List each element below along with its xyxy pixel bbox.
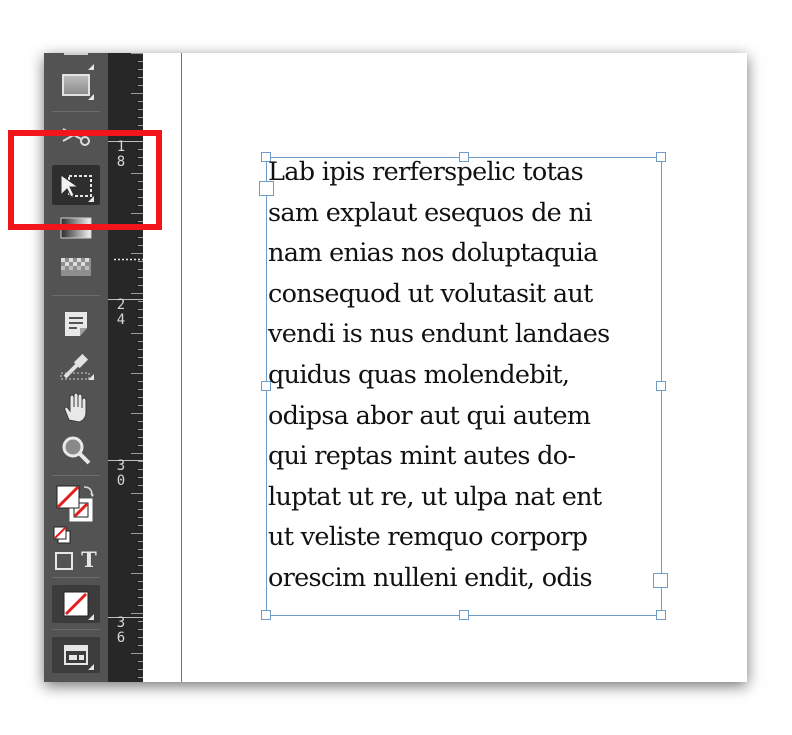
ruler-label-30-digit-1: 3 [116, 458, 126, 474]
story-line: sam explaut esequos de ni [268, 197, 592, 228]
hand-tool[interactable] [52, 391, 100, 425]
story-line: vendi is nus endunt landaes [268, 319, 610, 350]
default-fill-stroke-button[interactable] [52, 525, 74, 545]
note-icon [65, 312, 87, 336]
eyedropper-tool[interactable] [52, 349, 100, 383]
gradient-feather-icon [61, 258, 91, 276]
default-colors-icon [53, 526, 71, 544]
ruler-label-36-digit-2: 6 [116, 630, 126, 646]
rectangle-tool[interactable] [52, 69, 100, 103]
ruler-label-30-digit-2: 0 [116, 473, 126, 489]
apply-none-button[interactable] [52, 585, 100, 623]
story-line: Lab ipis rerferspelic totas [268, 157, 584, 187]
story-line: consequod ut volutasit aut [268, 278, 593, 309]
line-icon [64, 53, 88, 55]
fill-stroke-swatches[interactable] [54, 483, 98, 527]
document-page[interactable]: Lab ipis rerferspelic totas sam explaut … [143, 53, 747, 682]
story-line: ut veliste remquo corporp [268, 522, 588, 553]
fill-stroke-icon [56, 485, 94, 522]
hand-icon [64, 392, 87, 423]
note-tool[interactable] [52, 307, 100, 341]
story-line: luptat ut re, ut ulpa nat ent [268, 481, 602, 512]
story-line: qui reptas mint autes do- [268, 441, 576, 472]
zoom-icon [62, 436, 91, 465]
margin-guide [181, 53, 182, 682]
handle-bottom-left[interactable] [261, 610, 271, 620]
formatting-text-button[interactable]: T [78, 548, 100, 572]
story-line: quidus quas molendebit, [268, 359, 570, 390]
screen-mode-icon [64, 645, 88, 665]
container-icon [55, 552, 73, 570]
gradient-feather-tool[interactable] [52, 250, 100, 284]
formatting-container-button[interactable] [54, 551, 74, 571]
handle-bottom-right[interactable] [656, 610, 666, 620]
tool-highlight-callout [8, 130, 162, 230]
zoom-tool[interactable] [52, 433, 100, 467]
story-line: orescim nulleni endit, odis [268, 562, 593, 593]
screen-mode-button[interactable] [52, 637, 100, 673]
ruler-label-36-digit-1: 3 [116, 615, 126, 631]
story-text[interactable]: Lab ipis rerferspelic totas sam explaut … [268, 152, 668, 599]
ruler-label-24-digit-1: 2 [116, 297, 126, 313]
story-line: odipsa abor aut qui autem [268, 400, 591, 431]
handle-bottom-center[interactable] [459, 610, 469, 620]
story-line: nam enias nos doluptaquia [268, 238, 598, 269]
ruler-label-24-digit-2: 4 [116, 312, 126, 328]
none-swatch-icon [63, 591, 89, 617]
